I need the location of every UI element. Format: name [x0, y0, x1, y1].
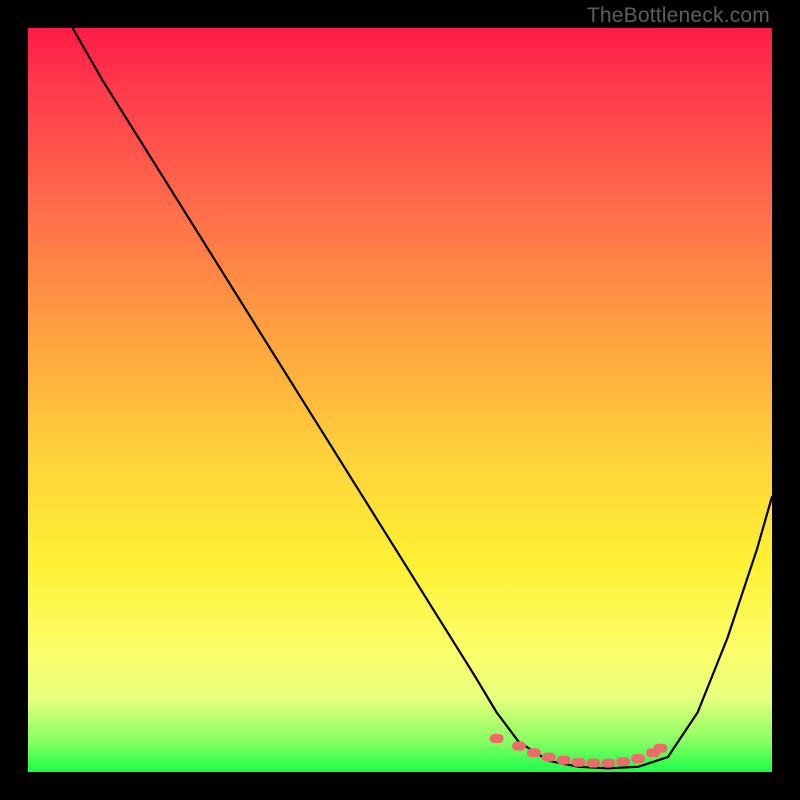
marker-dot: [512, 742, 526, 751]
marker-dot: [601, 759, 615, 768]
marker-dot: [542, 753, 556, 762]
marker-dot: [527, 748, 541, 757]
bottleneck-curve-path: [73, 28, 772, 768]
marker-dot: [557, 756, 571, 765]
marker-dot: [616, 757, 630, 766]
marker-dot: [653, 744, 667, 753]
chart-stage: TheBottleneck.com: [0, 0, 800, 800]
watermark-text: TheBottleneck.com: [587, 4, 770, 28]
marker-dot: [586, 759, 600, 768]
chart-svg: [28, 28, 772, 772]
marker-dot: [490, 734, 504, 743]
marker-dot: [631, 754, 645, 763]
chart-plot-area: [28, 28, 772, 772]
marker-dot: [572, 758, 586, 767]
